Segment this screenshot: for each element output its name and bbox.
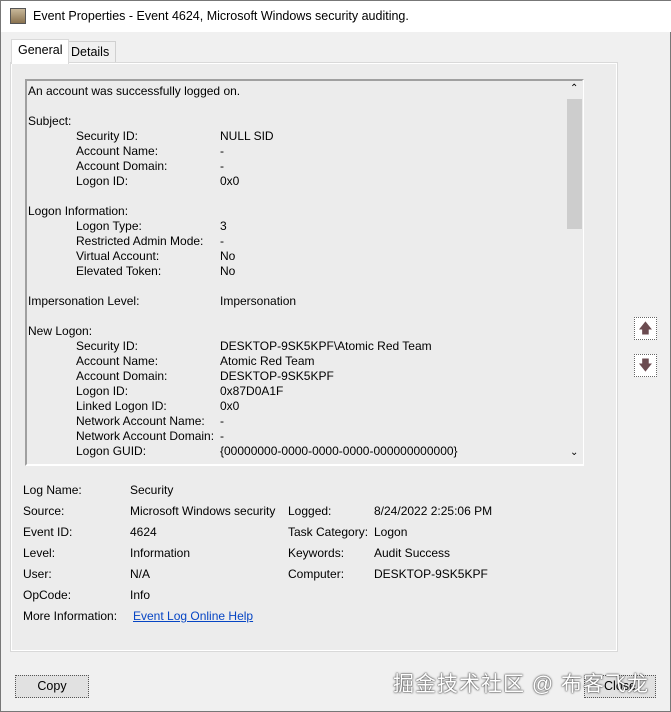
event-log-online-help-link[interactable]: Event Log Online Help	[133, 609, 253, 623]
description-value: NULL SID	[220, 129, 274, 143]
level-label: Level:	[23, 546, 56, 560]
level-value: Information	[130, 546, 191, 560]
description-value: -	[220, 144, 224, 158]
description-value: No	[220, 264, 236, 278]
description-label: Elevated Token:	[76, 264, 162, 278]
description-value: Impersonation	[220, 294, 297, 308]
description-label: Subject:	[28, 114, 72, 128]
tab-details[interactable]: Details	[64, 41, 117, 63]
log-name-label: Log Name:	[23, 483, 82, 497]
log-name-value: Security	[130, 483, 174, 497]
description-label: Virtual Account:	[76, 249, 160, 263]
copy-button[interactable]: Copy	[15, 675, 89, 698]
logged-label: Logged:	[288, 504, 332, 518]
next-event-button[interactable]: 🡇	[634, 354, 657, 377]
description-label: Logon ID:	[76, 384, 129, 398]
description-label: Account Domain:	[76, 369, 168, 383]
arrow-down-icon: 🡇	[638, 357, 653, 373]
description-label: Restricted Admin Mode:	[76, 234, 204, 248]
description-value: No	[220, 249, 236, 263]
description-label: Account Name:	[76, 354, 159, 368]
description-label: Linked Logon ID:	[76, 399, 167, 413]
event-id-value: 4624	[130, 525, 157, 539]
description-label: Logon ID:	[76, 174, 129, 188]
computer-label: Computer:	[288, 567, 345, 581]
description-label: Network Account Domain:	[76, 429, 215, 443]
title-bar: Event Properties - Event 4624, Microsoft…	[1, 1, 671, 32]
description-value: {00000000-0000-0000-0000-000000000000}	[220, 444, 458, 458]
computer-value: DESKTOP-9SK5KPF	[374, 567, 488, 581]
source-value: Microsoft Windows security	[130, 504, 276, 518]
description-label: Account Domain:	[76, 159, 168, 173]
description-label: Logon Type:	[76, 219, 142, 233]
watermark: 掘金技术社区 @ 布客飞龙	[393, 673, 649, 696]
description-scrollbar[interactable]: ⌃ ⌄	[566, 81, 583, 464]
description-value: -	[220, 429, 224, 443]
description-label: New Logon:	[28, 324, 93, 338]
description-label: An account was successfully logged on.	[28, 84, 241, 98]
description-value: Atomic Red Team	[220, 354, 315, 368]
description-label: Impersonation Level:	[28, 294, 140, 308]
keywords-value: Audit Success	[374, 546, 451, 560]
event-description[interactable]: An account was successfully logged on. Su…	[25, 79, 584, 466]
description-label: Logon GUID:	[76, 444, 147, 458]
arrow-up-icon: 🡅	[638, 320, 653, 336]
description-value: 0x0	[220, 174, 240, 188]
opcode-label: OpCode:	[23, 588, 72, 602]
tab-general[interactable]: General	[11, 39, 70, 64]
scroll-down-icon[interactable]: ⌄	[570, 447, 578, 458]
description-label: Account Name:	[76, 144, 159, 158]
more-info-label: More Information:	[23, 609, 118, 623]
description-value: 3	[220, 219, 227, 233]
description-label: Logon Information:	[28, 204, 129, 218]
description-value: -	[220, 234, 224, 248]
description-value: 0x87D0A1F	[220, 384, 284, 398]
window-title: Event Properties - Event 4624, Microsoft…	[33, 9, 409, 23]
description-value: -	[220, 414, 224, 428]
description-label: Security ID:	[76, 339, 139, 353]
event-id-label: Event ID:	[23, 525, 73, 539]
user-label: User:	[23, 567, 52, 581]
scroll-up-icon[interactable]: ⌃	[570, 83, 578, 94]
opcode-value: Info	[130, 588, 151, 602]
task-category-label: Task Category:	[288, 525, 369, 539]
user-value: N/A	[130, 567, 151, 581]
event-viewer-icon	[10, 8, 26, 24]
description-value: 0x0	[220, 399, 240, 413]
task-category-value: Logon	[374, 525, 408, 539]
description-label: Security ID:	[76, 129, 139, 143]
description-value: DESKTOP-9SK5KPF	[220, 369, 334, 383]
description-label: Network Account Name:	[76, 414, 205, 428]
source-label: Source:	[23, 504, 65, 518]
logged-value: 8/24/2022 2:25:06 PM	[374, 504, 493, 518]
description-value: DESKTOP-9SK5KPF\Atomic Red Team	[220, 339, 432, 353]
previous-event-button[interactable]: 🡅	[634, 317, 657, 340]
description-value: -	[220, 159, 224, 173]
keywords-label: Keywords:	[288, 546, 345, 560]
scroll-thumb[interactable]	[567, 99, 582, 229]
